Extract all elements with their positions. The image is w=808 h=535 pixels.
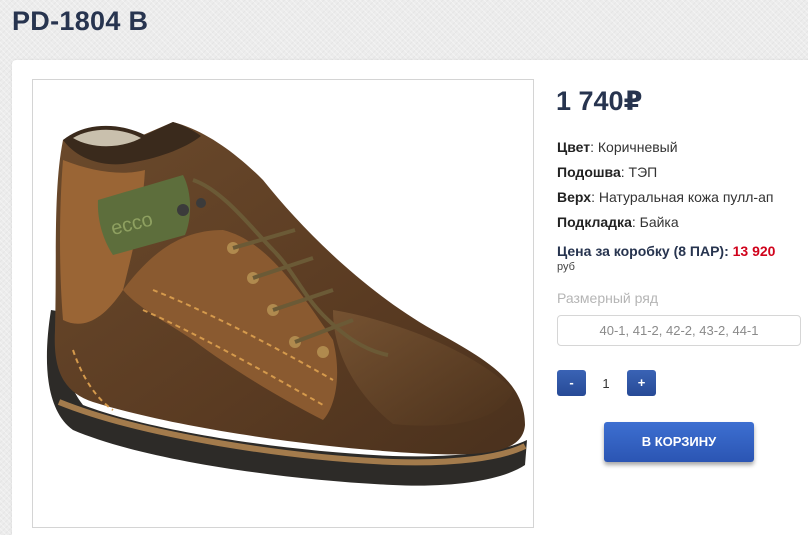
spec-color-label: Цвет: [557, 139, 591, 155]
quantity-minus-button[interactable]: -: [557, 370, 586, 396]
box-price-value: 13 920: [732, 243, 776, 259]
box-price-currency: руб: [557, 261, 575, 273]
box-price: Цена за коробку (8 ПАР): 13 920: [557, 243, 775, 259]
spec-color-value: : Коричневый: [590, 139, 678, 155]
add-to-cart-button[interactable]: В КОРЗИНУ: [604, 422, 754, 462]
spec-sole-label: Подошва: [557, 164, 621, 180]
size-range-field[interactable]: 40-1, 41-2, 42-2, 43-2, 44-1: [557, 315, 801, 346]
spec-sole-value: : ТЭП: [620, 164, 658, 180]
size-range-label: Размерный ряд: [557, 290, 659, 306]
quantity-input[interactable]: [589, 370, 623, 396]
product-title: PD-1804 B: [12, 6, 149, 36]
spec-lining: Подкладка: Байка: [557, 214, 679, 230]
boot-illustration: ecco: [46, 122, 528, 486]
spec-lining-label: Подкладка: [557, 214, 632, 230]
spec-sole: Подошва: ТЭП: [557, 164, 657, 180]
spec-upper-value: : Натуральная кожа пулл-ап: [591, 189, 774, 205]
product-price: 1 740₽: [556, 86, 643, 116]
spec-color: Цвет: Коричневый: [557, 139, 678, 155]
box-price-label: Цена за коробку (8 ПАР):: [557, 243, 733, 259]
quantity-plus-button[interactable]: +: [627, 370, 656, 396]
spec-upper-label: Верх: [557, 189, 592, 205]
product-image[interactable]: ecco: [32, 79, 534, 528]
spec-lining-value: : Байка: [631, 214, 679, 230]
spec-upper: Верх: Натуральная кожа пулл-ап: [557, 189, 773, 205]
